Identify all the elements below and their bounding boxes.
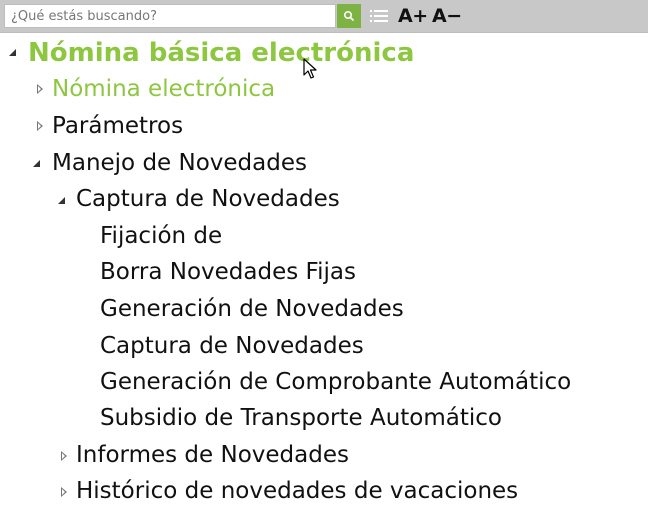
collapse-toggle-icon[interactable] — [37, 121, 43, 131]
tree-item-label: Histórico de novedades de vacaciones — [76, 478, 519, 504]
tree-item-label: Informes de Novedades — [76, 442, 349, 468]
expand-toggle-icon[interactable] — [58, 197, 65, 204]
tree-item-historico-vacaciones[interactable]: Histórico de novedades de vacaciones — [76, 478, 518, 504]
tree-item-label: Generación de Comprobante Automático — [100, 369, 572, 395]
mouse-cursor-icon — [303, 58, 317, 79]
tree-item-label: Fijación de — [100, 223, 223, 249]
tree-item-captura-novedades[interactable]: Captura de Novedades — [100, 333, 364, 359]
expand-toggle-icon[interactable] — [33, 160, 40, 167]
tree-item-label: Generación de Novedades — [100, 296, 404, 322]
collapse-toggle-icon[interactable] — [37, 84, 43, 94]
expand-toggle-icon[interactable] — [9, 49, 16, 56]
tree-item-fijacion[interactable]: Fijación de — [100, 223, 222, 249]
tree-item-manejo-novedades[interactable]: Manejo de Novedades — [52, 150, 307, 176]
font-increase-button[interactable]: A+ — [398, 3, 428, 29]
tree-item-label: Manejo de Novedades — [52, 150, 307, 176]
list-view-button[interactable] — [368, 6, 390, 26]
toolbar: A+ A− — [0, 0, 648, 32]
tree-item-nomina-electronica[interactable]: Nómina electrónica — [52, 76, 275, 102]
tree-item-label: Nómina básica electrónica — [28, 38, 415, 68]
toolbar-divider — [0, 32, 648, 33]
font-decrease-button[interactable]: A− — [432, 3, 462, 29]
search-button[interactable] — [337, 4, 361, 28]
search-icon — [343, 10, 355, 22]
tree-item-generacion-novedades[interactable]: Generación de Novedades — [100, 296, 404, 322]
collapse-toggle-icon[interactable] — [61, 487, 67, 497]
tree-item-borra-novedades-fijas[interactable]: Borra Novedades Fijas — [100, 259, 356, 285]
search-input[interactable] — [4, 4, 336, 28]
tree-item-parametros[interactable]: Parámetros — [52, 113, 183, 139]
collapse-toggle-icon[interactable] — [61, 451, 67, 461]
tree-item-subsidio-transporte[interactable]: Subsidio de Transporte Automático — [100, 405, 502, 431]
tree-item-label: Nómina electrónica — [52, 76, 276, 102]
tree-item-nomina-basica[interactable]: Nómina básica electrónica — [28, 38, 414, 68]
list-icon — [370, 10, 388, 22]
tree-item-informes-novedades[interactable]: Informes de Novedades — [76, 442, 349, 468]
tree-item-captura-novedades-group[interactable]: Captura de Novedades — [76, 186, 340, 212]
tree-item-generacion-comprobante[interactable]: Generación de Comprobante Automático — [100, 369, 571, 395]
tree-item-label: Subsidio de Transporte Automático — [100, 405, 502, 431]
tree-item-label: Borra Novedades Fijas — [100, 259, 356, 285]
tree-item-label: Captura de Novedades — [76, 186, 340, 212]
tree-item-label: Captura de Novedades — [100, 333, 364, 359]
tree-item-label: Parámetros — [52, 113, 184, 139]
